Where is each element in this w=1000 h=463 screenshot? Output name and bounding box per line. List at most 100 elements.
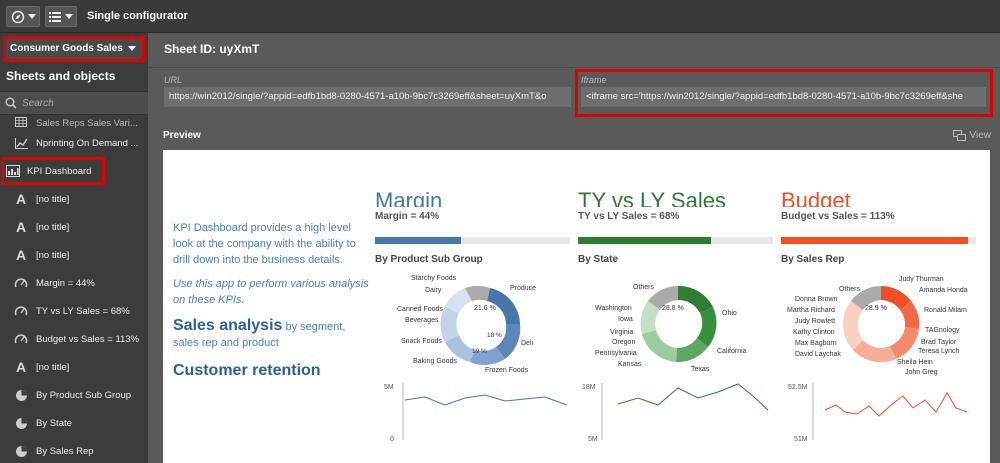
list-item[interactable]: A [no title] <box>0 241 148 269</box>
donut-label: Kathy Clinton <box>793 329 835 336</box>
gauge-icon <box>14 276 28 290</box>
app-selector-value: Consumer Goods Sales <box>10 43 123 54</box>
list-item-label: Budget vs Sales = 113% <box>36 333 140 345</box>
panel-subtitle: By Sales Rep <box>781 254 845 265</box>
donut-value-label: 21.6 % <box>474 305 496 312</box>
gauge-icon <box>14 332 28 346</box>
donut-value-label: 28.8 % <box>662 305 684 312</box>
list-item[interactable]: A [no title] <box>0 213 148 241</box>
text-icon: A <box>15 247 27 263</box>
list-item-kpi-dashboard[interactable]: KPI Dashboard <box>1 157 105 185</box>
list-item[interactable]: By Sales Rep <box>0 437 148 463</box>
kpi-progress-fill <box>578 237 711 244</box>
list-item[interactable]: Margin = 44% <box>0 269 148 297</box>
pie-icon <box>14 388 28 402</box>
list-item-label: By State <box>36 417 72 429</box>
list-item-label: [no title] <box>36 221 70 233</box>
text-icon: A <box>15 191 27 207</box>
sparkline-series <box>404 394 568 406</box>
list-item[interactable]: Budget vs Sales = 113% <box>0 325 148 353</box>
panel-title: Margin <box>375 188 443 207</box>
caret-down-icon <box>128 46 136 51</box>
donut-label: Deli <box>521 340 534 347</box>
list-item-label: By Sales Rep <box>36 445 94 457</box>
list-item-label: [no title] <box>36 249 70 261</box>
top-toolbar: Single configurator <box>0 0 1000 33</box>
sparkline-series <box>824 392 968 417</box>
url-label: URL <box>164 75 183 85</box>
kpi-value: Budget vs Sales = 113% <box>781 211 895 222</box>
line-chart-icon <box>14 136 28 150</box>
list-item[interactable]: Sales Reps Sales Vari... <box>0 115 148 129</box>
kpi-progress-bar <box>578 237 773 244</box>
axis-tick-label: 51M <box>794 436 808 443</box>
list-item[interactable]: Nprinting On Demand ... <box>0 129 148 157</box>
navigation-compass-button[interactable] <box>6 6 40 27</box>
donut-label: Ohio <box>722 310 737 317</box>
donut-label: TAGnology <box>925 327 960 334</box>
donut-label: Oregon <box>612 339 635 346</box>
kpi-panel-budget: Budget Budget vs Sales = 113% By Sales R… <box>781 150 976 463</box>
kpi-progress-bar <box>375 237 570 244</box>
list-item-label: [no title] <box>36 361 70 373</box>
kpi-panel-ty-vs-ly: TY vs LY Sales TY vs LY Sales = 68% By S… <box>578 150 773 463</box>
table-icon <box>14 115 28 129</box>
panel-title: Budget <box>781 188 851 207</box>
url-field[interactable]: https://win2012/single/?appid=edfb1bd8-0… <box>164 87 571 107</box>
donut-slice <box>843 301 863 350</box>
donut-label: Snack Foods <box>401 338 442 345</box>
donut-label: Canned Foods <box>397 306 443 313</box>
iframe-field[interactable]: <iframe src='https://win2012/single/?app… <box>581 87 986 107</box>
app-selector-dropdown[interactable]: Consumer Goods Sales <box>3 36 145 62</box>
donut-label: Teresa Lynch <box>918 348 959 355</box>
text-icon: A <box>15 359 27 375</box>
list-item[interactable]: TY vs LY Sales = 68% <box>0 297 148 325</box>
donut-label: Martha Richard <box>787 307 835 314</box>
gauge-icon <box>14 304 28 318</box>
donut-label: Kansas <box>618 361 642 368</box>
donut-label: Brad Taylor <box>921 339 957 346</box>
donut-label: Pennsylvania <box>595 350 637 357</box>
donut-label: Baking Goods <box>413 358 457 365</box>
search-icon <box>5 97 17 109</box>
donut-value-label: 19 % <box>472 348 487 355</box>
sparkline-chart: 5M 0 <box>384 383 568 443</box>
list-item[interactable]: A [no title] <box>0 185 148 213</box>
view-window-icon <box>952 130 966 141</box>
kpi-progress-fill <box>781 237 969 244</box>
donut-label: Judy Thurman <box>899 276 944 283</box>
sparkline-chart: 18M 5M <box>582 383 769 443</box>
donut-label: Starchy Foods <box>411 275 457 282</box>
menu-list-button[interactable] <box>45 6 77 27</box>
donut-chart: 28.9 % Others Judy Thurman Amanda Honda … <box>787 276 968 376</box>
search-input[interactable]: Search <box>0 91 148 115</box>
text-icon: A <box>15 219 27 235</box>
axis-tick-label: 5M <box>588 436 598 443</box>
donut-value-label: 18 % <box>487 332 502 339</box>
donut-label: Iowa <box>618 316 633 323</box>
main-panel: Sheet ID: uyXmT URL https://win2012/sing… <box>148 33 1000 463</box>
app-title: Single configurator <box>87 10 188 22</box>
list-item[interactable]: By Product Sub Group <box>0 381 148 409</box>
donut-value-label: 28.9 % <box>865 305 887 312</box>
sales-analysis-bold: Sales analysis <box>173 317 283 334</box>
kpi-value: Margin = 44% <box>375 211 440 222</box>
view-button[interactable]: View <box>952 130 991 141</box>
sales-analysis-text: Sales analysis by segment, sales rep and… <box>173 318 373 351</box>
list-item[interactable]: A [no title] <box>0 353 148 381</box>
panel-subtitle: By Product Sub Group <box>375 254 483 265</box>
donut-label: Sheila Hein <box>897 359 933 366</box>
preview-label: Preview <box>163 130 201 141</box>
donut-label: Max Bagburn <box>795 340 837 347</box>
donut-label: Washington <box>595 305 632 312</box>
sheet-icon <box>6 164 20 178</box>
axis-tick-label: 52.5M <box>788 384 808 391</box>
caret-down-icon <box>65 13 73 19</box>
donut-label: David Laychak <box>795 351 841 358</box>
iframe-label: Iframe <box>581 75 607 85</box>
kpi-progress-bar <box>781 237 976 244</box>
list-item-label: TY vs LY Sales = 68% <box>36 305 130 317</box>
donut-label: Amanda Honda <box>919 287 968 294</box>
kpi-panel-margin: Margin Margin = 44% By Product Sub Group… <box>375 150 570 463</box>
list-item[interactable]: By State <box>0 409 148 437</box>
